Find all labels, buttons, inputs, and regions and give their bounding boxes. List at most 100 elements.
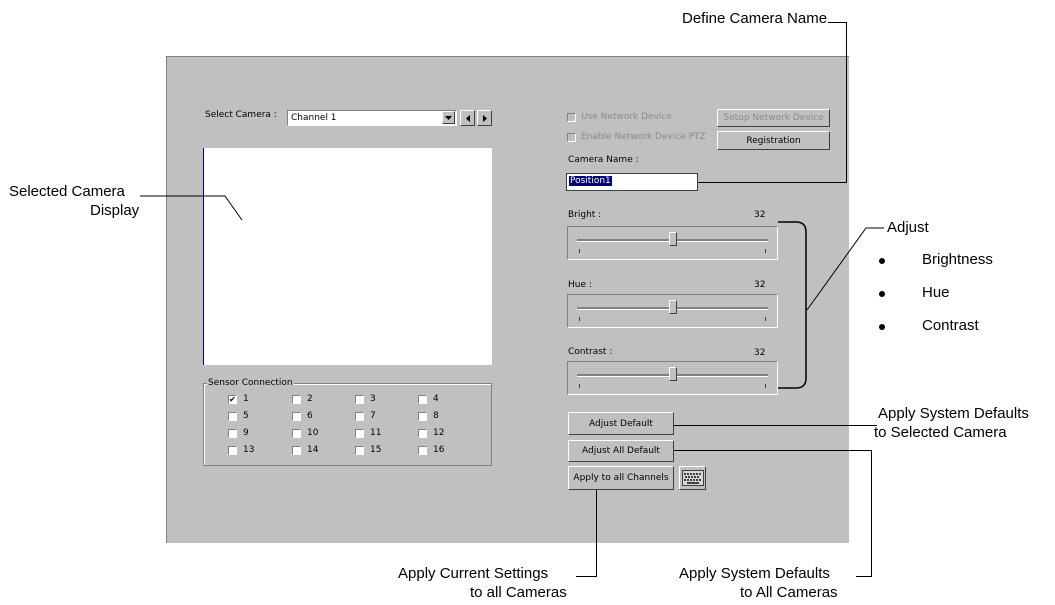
sensor-item[interactable]: 16 [418, 445, 444, 455]
leader-line [596, 490, 597, 577]
contrast-value: 32 [754, 348, 766, 358]
apply-to-all-channels-button[interactable]: Apply to all Channels [568, 466, 674, 490]
next-camera-button[interactable] [477, 110, 492, 126]
sensor-label: 4 [433, 394, 439, 404]
sensor-item[interactable]: 15 [355, 445, 381, 455]
sensor-item[interactable]: 13 [228, 445, 254, 455]
sensor-checkbox[interactable] [355, 394, 364, 404]
sensor-checkbox[interactable] [228, 445, 237, 455]
contrast-slider-thumb[interactable] [668, 367, 677, 381]
setup-network-device-button[interactable]: Setup Network Device [717, 109, 830, 127]
leader-line [846, 22, 847, 183]
enable-ptz-row: Enable Network Device PTZ [567, 132, 706, 142]
bright-slider-tick-min [579, 249, 580, 253]
annotation-apply-defaults-selected-line2: to Selected Camera [874, 424, 1007, 441]
sensor-checkbox[interactable] [292, 428, 301, 438]
sensor-item[interactable]: 7 [355, 411, 376, 421]
annotation-apply-defaults-all-line1: Apply System Defaults [679, 565, 830, 582]
enable-ptz-label: Enable Network Device PTZ [581, 132, 706, 142]
camera-display [203, 148, 492, 365]
leader-line [674, 450, 872, 451]
bullet-icon [879, 291, 885, 297]
bright-slider-tick-max [765, 249, 766, 253]
sensor-checkbox[interactable] [355, 428, 364, 438]
sensor-checkbox[interactable] [418, 428, 427, 438]
sensor-connection-label: Sensor Connection [207, 378, 294, 388]
bright-value: 32 [754, 210, 766, 220]
sensor-label: 9 [243, 428, 249, 438]
sensor-item[interactable]: 6 [292, 411, 313, 421]
sensor-label: 13 [243, 445, 255, 455]
leader-line [576, 576, 597, 577]
contrast-slider[interactable] [567, 361, 778, 395]
chevron-down-icon[interactable] [442, 111, 455, 124]
sensor-item[interactable]: 8 [418, 411, 439, 421]
sensor-item[interactable]: 4 [418, 394, 439, 404]
sensor-item[interactable]: 3 [355, 394, 376, 404]
sensor-checkbox[interactable] [292, 411, 301, 421]
hue-slider-tick-max [765, 317, 766, 321]
sensor-label: 3 [370, 394, 376, 404]
bullet-icon [879, 258, 885, 264]
sensor-checkbox[interactable] [355, 411, 364, 421]
sensor-label: 2 [307, 394, 313, 404]
sensor-label: 8 [433, 411, 439, 421]
sensor-label: 15 [370, 445, 382, 455]
bright-label: Bright : [568, 210, 602, 220]
hue-value: 32 [754, 280, 766, 290]
annotation-selected-camera-display-line1: Selected Camera [9, 183, 125, 200]
registration-button[interactable]: Registration [717, 131, 830, 150]
annotation-selected-camera-display-line2: Display [90, 202, 140, 219]
keyboard-icon[interactable] [679, 466, 706, 490]
sensor-label: 11 [370, 428, 382, 438]
sensor-checkbox[interactable] [228, 428, 237, 438]
sensor-item[interactable]: 5 [228, 411, 249, 421]
bright-slider[interactable] [567, 226, 778, 260]
camera-select-value: Channel 1 [291, 113, 337, 123]
annotation-apply-current-line1: Apply Current Settings [398, 565, 549, 582]
hue-label: Hue : [568, 280, 592, 290]
sensor-item[interactable]: 2 [292, 394, 313, 404]
sensor-checkbox[interactable] [292, 394, 301, 404]
sensor-checkbox[interactable] [292, 445, 301, 455]
camera-name-input[interactable]: Position1 [566, 173, 698, 191]
adjust-all-default-button[interactable]: Adjust All Default [568, 440, 674, 462]
hue-slider-thumb[interactable] [668, 300, 677, 314]
adjust-default-button[interactable]: Adjust Default [568, 412, 674, 435]
sensor-checkbox[interactable] [228, 411, 237, 421]
annotation-adjust-brightness: Brightness [922, 251, 993, 268]
leader-line [806, 227, 884, 311]
sensor-checkbox[interactable] [418, 411, 427, 421]
sensor-item[interactable]: 14 [292, 445, 318, 455]
camera-select-dropdown[interactable]: Channel 1 [287, 110, 457, 126]
annotation-adjust: Adjust [887, 219, 929, 236]
sensor-item[interactable]: 9 [228, 428, 249, 438]
sensor-label: 5 [243, 411, 249, 421]
select-camera-label: Select Camera : [205, 110, 277, 120]
sensor-checkbox[interactable] [418, 394, 427, 404]
previous-camera-button[interactable] [460, 110, 475, 126]
sensor-checkbox[interactable] [355, 445, 364, 455]
bright-slider-thumb[interactable] [668, 232, 677, 246]
annotation-apply-defaults-selected-line1: Apply System Defaults [878, 405, 1029, 422]
sensor-checkbox[interactable]: ✔ [228, 394, 237, 404]
camera-name-label: Camera Name : [568, 155, 639, 165]
contrast-label: Contrast : [568, 347, 613, 357]
enable-ptz-checkbox[interactable] [567, 132, 576, 142]
sensor-item[interactable]: 11 [355, 428, 381, 438]
sensor-label: 16 [433, 445, 445, 455]
sensor-item[interactable]: 12 [418, 428, 444, 438]
annotation-adjust-contrast: Contrast [922, 317, 979, 334]
leader-line [856, 576, 872, 577]
sensor-item[interactable]: ✔ 1 [228, 394, 249, 404]
annotation-apply-current-line2: to all Cameras [470, 584, 567, 601]
annotation-apply-defaults-all-line2: to All Cameras [740, 584, 838, 601]
contrast-slider-tick-max [765, 384, 766, 388]
sensor-label: 12 [433, 428, 445, 438]
sensor-item[interactable]: 10 [292, 428, 318, 438]
sensor-checkbox[interactable] [418, 445, 427, 455]
hue-slider[interactable] [567, 294, 778, 328]
use-network-device-checkbox[interactable] [567, 112, 576, 122]
leader-line [871, 450, 872, 577]
use-network-device-label: Use Network Device [581, 112, 672, 122]
